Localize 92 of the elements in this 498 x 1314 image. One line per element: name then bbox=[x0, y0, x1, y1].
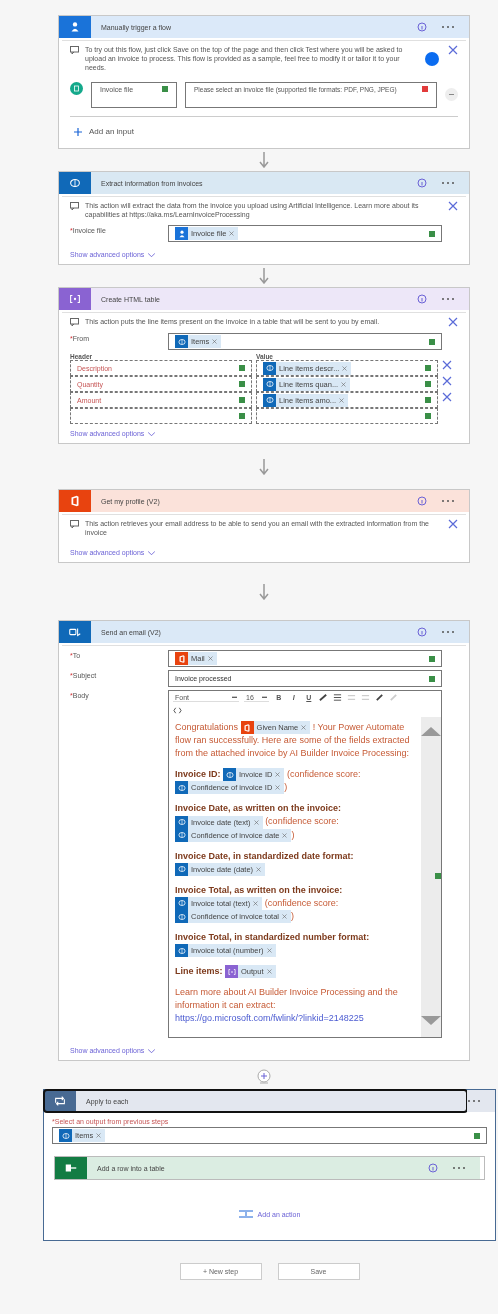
remove-icon[interactable] bbox=[229, 231, 235, 236]
marker-icon bbox=[425, 381, 431, 387]
remove-icon[interactable] bbox=[207, 656, 213, 661]
chevron-icon[interactable] bbox=[148, 1048, 156, 1053]
brain-icon bbox=[264, 363, 275, 373]
add-input-button[interactable]: Add an input bbox=[70, 117, 138, 142]
list-icon[interactable] bbox=[332, 693, 342, 702]
remove-icon[interactable] bbox=[96, 1133, 102, 1139]
add-action-icon[interactable] bbox=[238, 1210, 253, 1219]
remove-icon[interactable] bbox=[275, 772, 281, 778]
braces-icon bbox=[68, 292, 82, 306]
chevron-icon[interactable] bbox=[148, 431, 156, 436]
marker-icon bbox=[425, 397, 431, 403]
delete-row-icon[interactable] bbox=[442, 360, 452, 370]
braces-icon bbox=[226, 966, 237, 977]
link-icon[interactable] bbox=[374, 693, 384, 702]
brain-icon bbox=[60, 1130, 71, 1141]
marker-icon bbox=[474, 1132, 480, 1139]
remove-icon[interactable] bbox=[266, 948, 272, 954]
remove-icon[interactable] bbox=[212, 339, 218, 344]
brain-icon bbox=[68, 176, 82, 190]
brain-icon bbox=[176, 898, 187, 909]
brain-icon bbox=[224, 769, 235, 780]
brain-icon bbox=[176, 782, 187, 793]
chevron-icon[interactable] bbox=[148, 550, 156, 555]
scroll-up-icon[interactable] bbox=[421, 727, 441, 736]
comment-icon bbox=[70, 520, 79, 528]
file-icon bbox=[70, 82, 83, 95]
connector-arrow bbox=[259, 583, 269, 600]
pointer-dot bbox=[425, 52, 439, 66]
remove-icon[interactable] bbox=[341, 381, 347, 387]
close-icon[interactable] bbox=[448, 519, 458, 529]
pen-icon[interactable] bbox=[318, 693, 328, 702]
header-field[interactable] bbox=[70, 408, 252, 424]
value-field[interactable] bbox=[256, 408, 438, 424]
plus-icon[interactable] bbox=[74, 127, 82, 136]
minus-icon[interactable] bbox=[445, 88, 458, 101]
remove-icon[interactable] bbox=[282, 914, 287, 919]
brain-icon bbox=[176, 911, 187, 922]
code-icon[interactable] bbox=[173, 706, 182, 715]
info-icon[interactable] bbox=[417, 496, 427, 506]
info-icon[interactable] bbox=[417, 294, 427, 304]
scroll-down-icon[interactable] bbox=[421, 1016, 441, 1026]
marker-icon bbox=[425, 365, 431, 371]
marker-icon bbox=[239, 365, 245, 371]
info-icon[interactable] bbox=[417, 22, 427, 32]
brain-icon bbox=[176, 864, 187, 875]
insert-step-icon[interactable] bbox=[257, 1069, 271, 1086]
marker-icon bbox=[429, 338, 435, 345]
body-editor[interactable] bbox=[168, 690, 442, 1039]
info-icon[interactable] bbox=[417, 627, 427, 637]
remove-icon[interactable] bbox=[342, 365, 348, 371]
marker-icon bbox=[435, 873, 441, 880]
marker-icon bbox=[239, 381, 245, 387]
chevron-icon[interactable] bbox=[148, 252, 156, 257]
info-icon[interactable] bbox=[417, 178, 427, 188]
comment-icon bbox=[70, 202, 79, 210]
delete-row-icon[interactable] bbox=[442, 376, 452, 386]
marker-icon bbox=[429, 655, 435, 662]
marker-icon bbox=[429, 230, 435, 237]
info-icon[interactable] bbox=[428, 1163, 438, 1174]
office-icon bbox=[242, 722, 253, 733]
brain-icon bbox=[176, 817, 187, 827]
close-icon[interactable] bbox=[448, 317, 458, 327]
brain-icon bbox=[176, 945, 187, 956]
remove-icon[interactable] bbox=[301, 725, 307, 731]
comment-icon bbox=[70, 318, 79, 326]
brain-icon bbox=[176, 830, 187, 841]
brain-icon bbox=[264, 379, 275, 389]
marker-icon bbox=[425, 413, 431, 419]
comment-icon bbox=[70, 46, 79, 54]
marker-icon bbox=[429, 675, 435, 682]
connector-arrow bbox=[259, 152, 269, 168]
connector-arrow bbox=[259, 458, 269, 475]
marker-icon bbox=[239, 413, 245, 419]
remove-icon[interactable] bbox=[253, 900, 259, 906]
close-icon[interactable] bbox=[448, 201, 458, 211]
close-icon[interactable] bbox=[448, 45, 458, 55]
link[interactable]: https://go.microsoft.com/fwlink/?linkid=2148225 bbox=[175, 1012, 415, 1026]
brain-icon bbox=[264, 395, 275, 405]
connector-arrow bbox=[259, 268, 269, 284]
delete-row-icon[interactable] bbox=[442, 392, 452, 402]
remove-icon[interactable] bbox=[339, 397, 345, 403]
remove-icon[interactable] bbox=[266, 969, 272, 975]
remove-icon[interactable] bbox=[275, 785, 281, 791]
body-paragraph: Learn more about AI Builder Invoice Processing and the information it can extract: https://go.microsoft.com/fwlink/?linkid=2148225 bbox=[175, 986, 415, 1026]
remove-icon[interactable] bbox=[253, 819, 259, 825]
brain-icon bbox=[176, 336, 187, 347]
marker-icon bbox=[239, 397, 245, 403]
loop-icon bbox=[53, 1094, 67, 1109]
remove-icon[interactable] bbox=[282, 832, 288, 838]
remove-icon[interactable] bbox=[256, 866, 262, 872]
